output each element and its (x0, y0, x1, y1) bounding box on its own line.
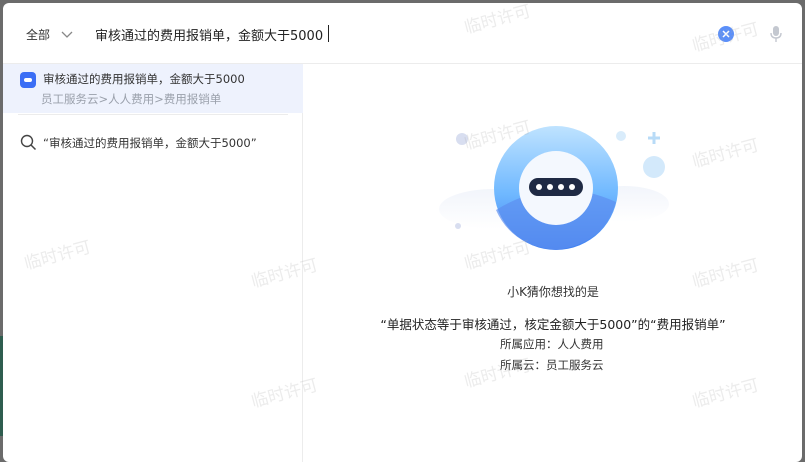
search-icon (20, 134, 37, 151)
suggestion-list: 审核通过的费用报销单，金额大于5000 员工服务云>人人费用>费用报销单 “审核… (3, 64, 303, 462)
divider (18, 114, 288, 115)
answer-cloud-line: 所属云：员工服务云 (500, 358, 604, 372)
search-input[interactable] (95, 22, 655, 46)
suggestion-title: 审核通过的费用报销单，金额大于5000 (43, 72, 245, 86)
answer-panel: 小K猜你想找的是 “单据状态等于审核通过，核定金额大于5000”的“费用报销单”… (304, 64, 802, 462)
search-query-text: “审核通过的费用报销单，金额大于5000” (43, 136, 257, 150)
app-icon (20, 72, 36, 88)
search-bar: 全部 (3, 3, 802, 64)
microphone-icon[interactable] (769, 25, 783, 43)
text-caret (328, 25, 329, 42)
guess-label: 小K猜你想找的是 (507, 285, 599, 299)
suggestion-path: 员工服务云>人人费用>费用报销单 (41, 92, 222, 106)
search-query-item[interactable]: “审核通过的费用报销单，金额大于5000” (3, 128, 303, 156)
suggestion-item[interactable]: 审核通过的费用报销单，金额大于5000 员工服务云>人人费用>费用报销单 (3, 64, 303, 113)
chevron-down-icon (61, 31, 73, 38)
clear-icon[interactable] (718, 26, 734, 42)
robot-illustration (439, 126, 669, 250)
answer-main-text[interactable]: “单据状态等于审核通过，核定金额大于5000”的“费用报销单” (304, 314, 802, 333)
scope-dropdown[interactable]: 全部 (26, 24, 74, 44)
answer-app-line: 所属应用：人人费用 (500, 337, 604, 351)
scope-label: 全部 (26, 27, 51, 42)
search-panel: 全部 审核通过的费用报销单，金额大于5000 员工服务云>人人费用>费用报销单 (3, 3, 802, 462)
